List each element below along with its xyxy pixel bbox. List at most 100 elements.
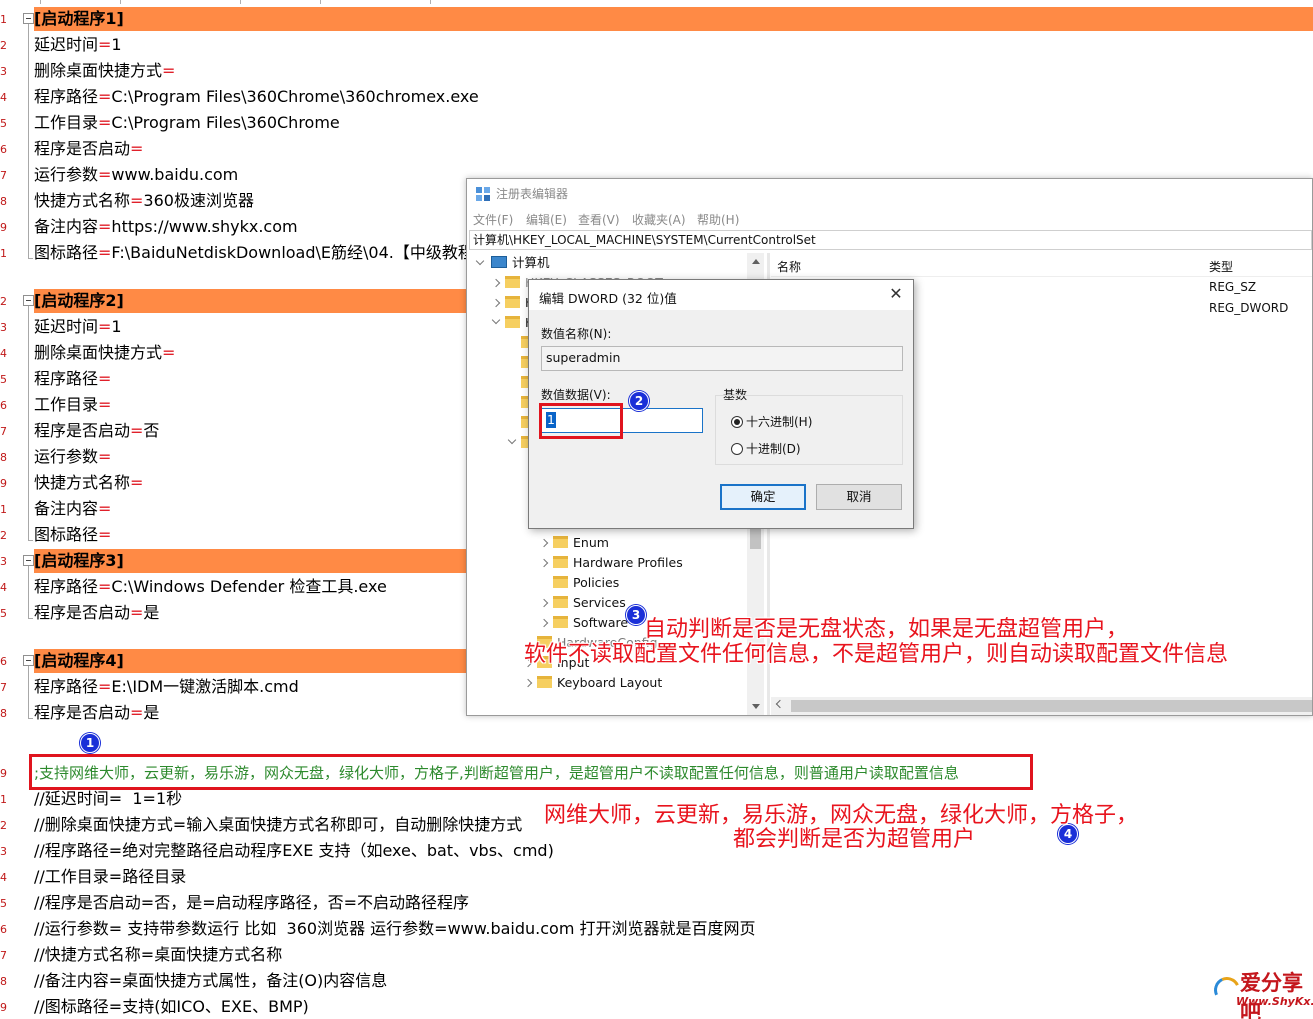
help-comment-line[interactable]: //运行参数= 支持带参数运行 比如 360浏览器 运行参数=www.baidu… [34, 916, 756, 942]
config-line[interactable]: 程序路径=C:\Windows Defender 检查工具.exe [34, 574, 387, 600]
config-key: 删除桌面快捷方式 [34, 61, 163, 80]
equals-sign: = [130, 703, 144, 722]
config-line[interactable]: 图标路径= [34, 522, 111, 548]
config-line[interactable]: 备注内容=https://www.shykx.com [34, 214, 298, 240]
dialog-title-bar[interactable]: 编辑 DWORD (32 位)值 ✕ [529, 280, 913, 310]
tree-item-keyboard-layout[interactable]: Keyboard Layout [537, 673, 662, 693]
fold-toggle-icon[interactable] [23, 295, 34, 306]
menu-view[interactable]: 查看(V) [578, 211, 620, 228]
config-line[interactable]: 程序路径=E:\IDM一键激活脚本.cmd [34, 674, 299, 700]
config-line[interactable]: 程序是否启动=否 [34, 418, 159, 444]
equals-sign: = [98, 165, 112, 184]
chevron-down-icon[interactable] [491, 315, 501, 325]
column-name[interactable]: 名称 [777, 258, 801, 275]
line-number: 5 [0, 607, 7, 620]
line-number: 6 [0, 923, 7, 936]
menu-file[interactable]: 文件(F) [473, 211, 513, 228]
hex-radio[interactable]: 十六进制(H) [731, 413, 812, 430]
config-key: 备注内容 [34, 499, 99, 518]
highlight-value-box [539, 403, 623, 439]
scroll-thumb[interactable] [791, 700, 1312, 712]
chevron-right-icon[interactable] [523, 678, 533, 688]
config-line[interactable]: 快捷方式名称= [34, 470, 143, 496]
chevron-right-icon[interactable] [539, 538, 549, 548]
ruler-tick [430, 0, 431, 4]
badge-3: 3 [626, 605, 646, 625]
help-comment-line[interactable]: //程序路径=绝对完整路径启动程序EXE 支持（如exe、bat、vbs、cmd… [34, 838, 554, 864]
section-title[interactable]: [启动程序2] [34, 288, 124, 314]
folder-icon [505, 296, 520, 308]
equals-sign: = [98, 243, 112, 262]
config-line[interactable]: 工作目录= [34, 392, 111, 418]
tree-item-services[interactable]: Services [553, 593, 626, 613]
scroll-up-icon[interactable] [752, 259, 760, 264]
menu-favorites[interactable]: 收藏夹(A) [632, 211, 686, 228]
tree-item-software[interactable]: Software [553, 613, 628, 633]
chevron-down-icon[interactable] [475, 256, 485, 266]
chevron-right-icon[interactable] [491, 298, 501, 308]
line-number: 3 [0, 845, 7, 858]
note-4-line-2: 都会判断是否为超管用户 [733, 827, 976, 852]
help-comment-line[interactable]: //图标路径=支持(如ICO、EXE、BMP) [34, 994, 309, 1019]
close-icon[interactable]: ✕ [887, 285, 905, 303]
values-list-header: 名称 类型 [771, 253, 1312, 277]
line-number: 9 [0, 221, 7, 234]
fold-toggle-icon[interactable] [23, 655, 34, 666]
tree-item-policies[interactable]: Policies [553, 573, 619, 593]
section-title[interactable]: [启动程序1] [34, 6, 124, 32]
config-line[interactable]: 图标路径=F:\BaiduNetdiskDownload\E筋经\04.【中级教… [34, 240, 474, 266]
config-line[interactable]: 删除桌面快捷方式= [34, 340, 175, 366]
config-line[interactable]: 备注内容= [34, 496, 111, 522]
fold-toggle-icon[interactable] [23, 13, 34, 24]
help-comment-line[interactable]: //快捷方式名称=桌面快捷方式名称 [34, 942, 282, 968]
fold-toggle-icon[interactable] [23, 555, 34, 566]
values-hscrollbar[interactable] [771, 697, 1312, 715]
chevron-right-icon[interactable] [491, 278, 501, 288]
help-comment-line[interactable]: //工作目录=路径目录 [34, 864, 186, 890]
config-line[interactable]: 程序是否启动=是 [34, 600, 159, 626]
config-line[interactable]: 程序路径=C:\Program Files\360Chrome\360chrom… [34, 84, 479, 110]
config-key: 运行参数 [34, 165, 99, 184]
config-line[interactable]: 删除桌面快捷方式= [34, 58, 175, 84]
config-line[interactable]: 工作目录=C:\Program Files\360Chrome [34, 110, 340, 136]
section-title[interactable]: [启动程序4] [34, 648, 124, 674]
config-line[interactable]: 程序是否启动=是 [34, 700, 159, 726]
help-comment-line[interactable]: //删除桌面快捷方式=输入桌面快捷方式名称即可，自动删除快捷方式 [34, 812, 522, 838]
cancel-button[interactable]: 取消 [816, 484, 902, 510]
help-comment-line[interactable]: //备注内容=桌面快捷方式属性，备注(O)内容信息 [34, 968, 387, 994]
tree-item-hardware-profiles[interactable]: Hardware Profiles [553, 553, 683, 573]
ok-button[interactable]: 确定 [720, 484, 806, 510]
config-line[interactable]: 快捷方式名称=360极速浏览器 [34, 188, 254, 214]
section-title[interactable]: [启动程序3] [34, 548, 124, 574]
value-name-field[interactable]: superadmin [541, 346, 903, 371]
config-key: 快捷方式名称 [34, 473, 131, 492]
help-comment-line[interactable]: //程序是否启动=否，是=启动程序路径，否=不启动路径程序 [34, 890, 469, 916]
config-line[interactable]: 程序是否启动= [34, 136, 143, 162]
config-line[interactable]: 程序路径= [34, 366, 111, 392]
config-line[interactable]: 延迟时间=1 [34, 314, 122, 340]
config-value: 1 [111, 317, 122, 336]
config-line[interactable]: 运行参数= [34, 444, 111, 470]
config-value: E:\IDM一键激活脚本.cmd [111, 677, 299, 696]
chevron-right-icon[interactable] [539, 598, 549, 608]
menu-edit[interactable]: 编辑(E) [526, 211, 567, 228]
dec-radio[interactable]: 十进制(D) [731, 440, 801, 457]
registry-title-bar[interactable]: 注册表编辑器 [467, 179, 1312, 209]
config-line[interactable]: 延迟时间=1 [34, 32, 122, 58]
line-number: 6 [0, 655, 7, 668]
chevron-right-icon[interactable] [539, 558, 549, 568]
fold-guide-end [28, 718, 33, 719]
chevron-down-icon[interactable] [507, 435, 517, 445]
scroll-left-icon[interactable] [775, 699, 785, 709]
config-value: C:\Program Files\360Chrome\360chromex.ex… [111, 87, 479, 106]
tree-item-enum[interactable]: Enum [553, 533, 609, 553]
tree-item-computer[interactable]: 计算机 [491, 253, 550, 273]
config-key: 程序路径 [34, 677, 99, 696]
registry-address-bar[interactable]: 计算机\HKEY_LOCAL_MACHINE\SYSTEM\CurrentCon… [469, 230, 1312, 250]
menu-help[interactable]: 帮助(H) [697, 211, 739, 228]
scroll-down-icon[interactable] [752, 704, 760, 709]
config-line[interactable]: 运行参数=www.baidu.com [34, 162, 238, 188]
equals-sign: = [162, 61, 176, 80]
column-type[interactable]: 类型 [1209, 258, 1233, 275]
chevron-right-icon[interactable] [539, 618, 549, 628]
